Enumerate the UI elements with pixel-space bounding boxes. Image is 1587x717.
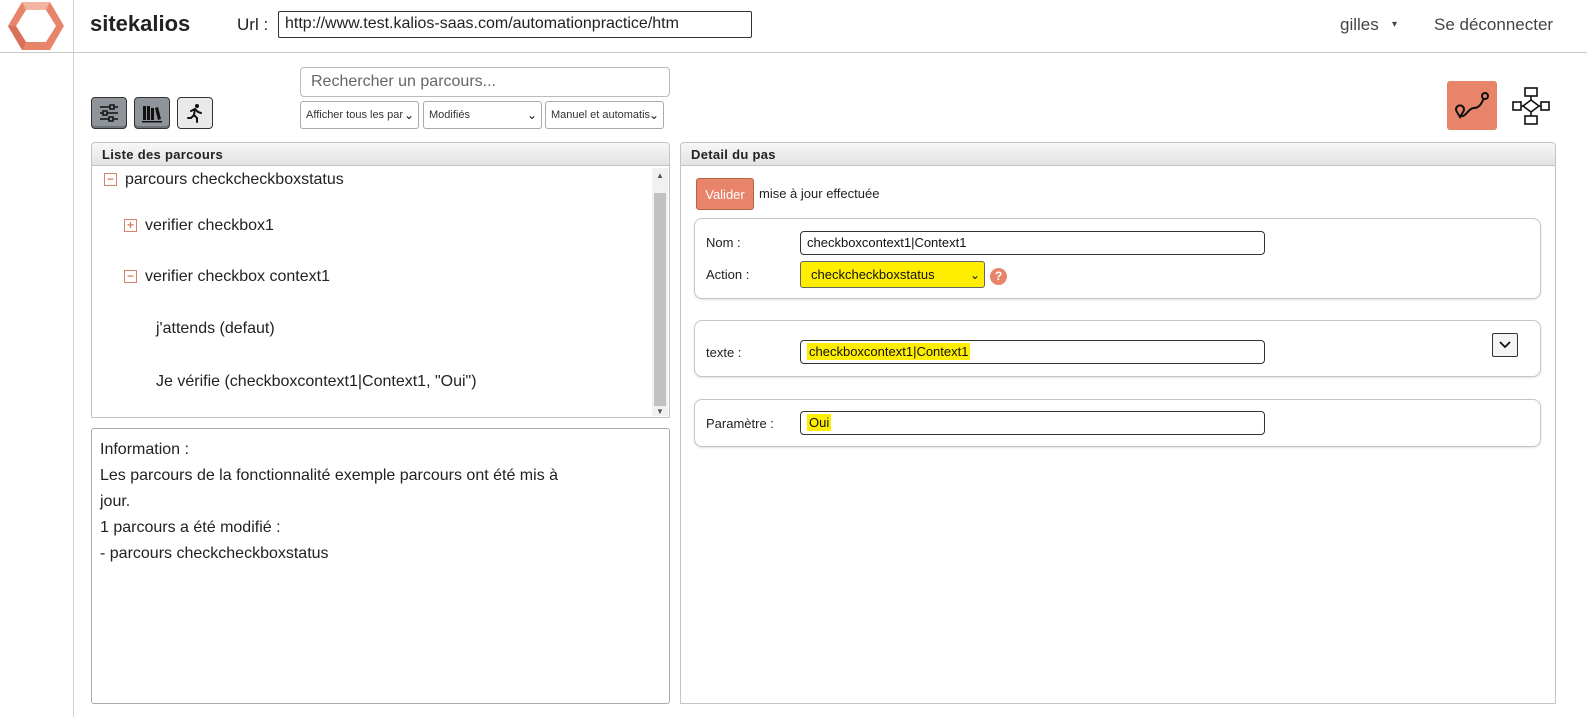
detail-panel-header: Detail du pas <box>680 142 1556 166</box>
hexagon-logo-icon <box>8 2 64 50</box>
text-label: texte : <box>706 345 742 360</box>
name-input[interactable]: checkboxcontext1|Context1 <box>800 231 1265 255</box>
info-line: jour. <box>100 493 131 510</box>
run-button[interactable] <box>177 97 213 129</box>
library-books-icon <box>142 106 162 123</box>
status-filter-value: Modifiés <box>429 109 470 121</box>
info-line: 1 parcours a été modifié : <box>100 519 281 536</box>
chevron-down-icon: ⌄ <box>969 268 980 282</box>
chevron-down-icon: ⌄ <box>403 108 414 122</box>
parameter-input[interactable]: Oui <box>800 411 1265 435</box>
status-filter-select[interactable]: Modifiés ⌄ <box>423 101 542 129</box>
scroll-up-icon[interactable]: ▲ <box>656 171 664 180</box>
tree-item-action[interactable]: j'attends (defaut) <box>156 320 275 338</box>
scroll-down-icon[interactable]: ▼ <box>656 407 664 416</box>
search-input[interactable] <box>300 67 670 97</box>
mode-filter-select[interactable]: Manuel et automatis ⌄ <box>545 101 664 129</box>
tree-item-action[interactable]: Je vérifie (checkboxcontext1|Context1, "… <box>156 373 477 391</box>
filter-sliders-icon <box>100 104 118 122</box>
action-select[interactable]: checkcheckboxstatus ⌄ <box>800 261 985 288</box>
text-input[interactable]: checkboxcontext1|Context1 <box>800 340 1265 364</box>
tree-scrollbar-thumb[interactable] <box>654 193 666 406</box>
tree-item-label: parcours checkcheckboxstatus <box>125 171 344 188</box>
detail-panel-title: Detail du pas <box>691 147 776 162</box>
tree-item-label: verifier checkbox context1 <box>145 268 330 285</box>
help-icon[interactable]: ? <box>990 268 1007 285</box>
parameter-label: Paramètre : <box>706 416 774 431</box>
user-menu-caret-icon[interactable]: ▾ <box>1392 19 1397 30</box>
chevron-down-icon: ⌄ <box>526 108 537 122</box>
action-select-value: checkcheckboxstatus <box>811 267 935 282</box>
tree-item-root[interactable]: − parcours checkcheckboxstatus <box>104 171 344 189</box>
info-line: Les parcours de la fonctionnalité exempl… <box>100 467 559 484</box>
runner-icon <box>187 104 202 123</box>
tree-item-label: verifier checkbox1 <box>145 217 274 234</box>
collapse-icon[interactable]: − <box>124 270 137 283</box>
logout-link[interactable]: Se déconnecter <box>1434 15 1553 35</box>
validate-button[interactable]: Valider <box>696 178 754 210</box>
tree-item-label: Je vérifie (checkboxcontext1|Context1, "… <box>156 373 477 390</box>
url-input[interactable]: http://www.test.kalios-saas.com/automati… <box>278 11 752 38</box>
app-title: sitekalios <box>90 11 191 36</box>
tree-item-label: j'attends (defaut) <box>156 320 275 337</box>
filter-settings-button[interactable] <box>91 97 127 129</box>
mode-filter-value: Manuel et automatis <box>551 109 651 121</box>
info-line: - parcours checkcheckboxstatus <box>100 545 329 562</box>
app-logo[interactable] <box>0 0 73 53</box>
left-divider <box>73 0 74 717</box>
action-label: Action : <box>706 267 750 282</box>
list-panel-header: Liste des parcours <box>91 142 670 166</box>
library-button[interactable] <box>134 97 170 129</box>
url-label: Url : <box>237 15 269 34</box>
text-input-value: checkboxcontext1|Context1 <box>807 343 971 360</box>
flowchart-icon <box>1512 87 1550 125</box>
route-view-button[interactable] <box>1447 81 1497 130</box>
list-panel-title: Liste des parcours <box>102 147 223 162</box>
display-filter-select[interactable]: Afficher tous les par ⌄ <box>300 101 419 129</box>
parameter-input-value: Oui <box>807 414 832 431</box>
route-map-icon <box>1455 91 1489 119</box>
chevron-down-icon: ⌄ <box>648 108 659 122</box>
chevron-down-icon <box>1499 341 1511 349</box>
information-box: Information : Les parcours de la fonctio… <box>91 428 670 704</box>
info-line: Information : <box>100 441 189 458</box>
name-label: Nom : <box>706 235 741 250</box>
display-filter-value: Afficher tous les par <box>306 109 404 121</box>
collapse-icon[interactable]: − <box>104 173 117 186</box>
flowchart-view-button[interactable] <box>1511 86 1551 126</box>
tree-item-step[interactable]: − verifier checkbox context1 <box>124 268 330 286</box>
status-message: mise à jour effectuée <box>759 186 880 201</box>
user-menu[interactable]: gilles <box>1340 15 1379 35</box>
expand-icon[interactable]: + <box>124 219 137 232</box>
text-dropdown-button[interactable] <box>1492 333 1518 357</box>
tree-item-step[interactable]: + verifier checkbox1 <box>124 217 274 235</box>
